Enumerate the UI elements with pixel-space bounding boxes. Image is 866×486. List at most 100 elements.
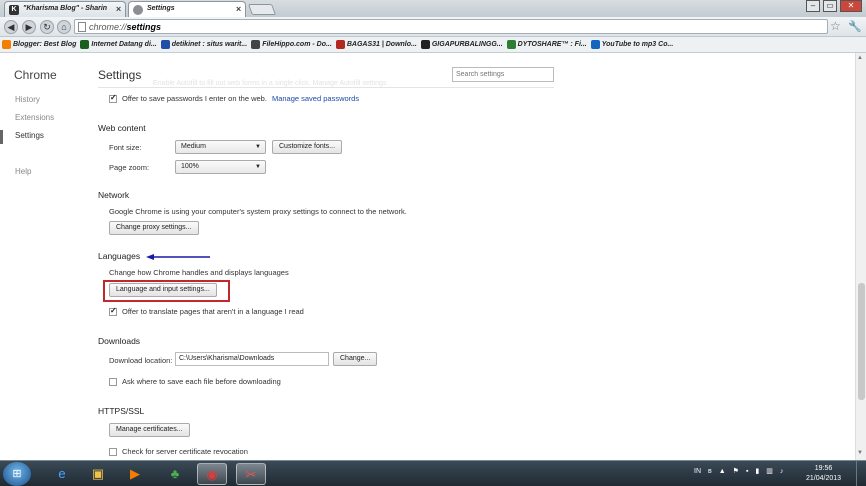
page-icon <box>78 22 86 32</box>
manage-certificates-button[interactable]: Manage certificates... <box>109 423 190 437</box>
sidebar-item-help[interactable]: Help <box>15 167 31 176</box>
bagas-icon <box>335 40 345 49</box>
forward-arrow-icon[interactable]: ▶ <box>22 20 36 34</box>
back-arrow-icon[interactable]: ◀ <box>4 20 18 34</box>
clock-date: 21/04/2013 <box>806 475 842 482</box>
home-icon[interactable]: ⌂ <box>57 20 71 34</box>
bookmark-item[interactable]: Internet Datang di... <box>80 40 157 49</box>
clover-icon[interactable]: ♣ <box>160 463 190 485</box>
translate-checkbox[interactable] <box>109 306 117 316</box>
browser-toolbar: ◀ ▶ ↻ ⌂ chrome://settings ☆ 🔧 <box>0 17 866 37</box>
page-zoom-value: 100% <box>181 163 199 170</box>
page-icon <box>160 40 170 49</box>
bookmark-item[interactable]: BAGAS31 | Downlo... <box>335 40 417 49</box>
k-favicon-icon: K <box>9 5 19 15</box>
bookmark-item[interactable]: Blogger: Best Blog <box>2 40 76 49</box>
chrome-icon[interactable]: ◉ <box>197 463 227 485</box>
search-input[interactable] <box>452 67 554 82</box>
maximize-button[interactable]: ▭ <box>823 0 837 12</box>
sidebar-item-extensions[interactable]: Extensions <box>15 113 54 122</box>
language-input-settings-button[interactable]: Language and input settings... <box>109 283 217 297</box>
change-download-location-button[interactable]: Change... <box>333 352 378 366</box>
bookmark-item[interactable]: FileHippo.com - Do... <box>251 40 332 49</box>
bookmark-item[interactable]: GIGAPURBALINGG... <box>420 40 503 49</box>
ask-save-row: Ask where to save each file before downl… <box>109 377 281 386</box>
chrome-brand: Chrome <box>14 68 57 82</box>
internet-explorer-icon[interactable]: e <box>47 463 77 485</box>
tab-title: Settings <box>147 5 175 12</box>
sidebar-item-settings[interactable]: Settings <box>15 131 44 140</box>
network-heading: Network <box>98 190 130 200</box>
save-passwords-checkbox[interactable] <box>109 93 117 103</box>
wrench-menu-icon[interactable]: 🔧 <box>848 20 862 33</box>
address-path: settings <box>126 22 162 32</box>
translate-row: Offer to translate pages that aren't in … <box>109 306 304 316</box>
network-icon[interactable]: ▥ <box>766 467 773 475</box>
action-center-icon[interactable]: ▪ <box>746 468 748 475</box>
bookmark-label: detikinet : situs warit... <box>171 41 248 48</box>
bookmark-label: YouTube to mp3 Co... <box>601 41 674 48</box>
sidebar-item-history[interactable]: History <box>15 95 40 104</box>
volume-icon[interactable]: ♪ <box>780 468 784 475</box>
input-language[interactable]: IN <box>694 468 701 475</box>
passwords-row: Offer to save passwords I enter on the w… <box>109 93 359 103</box>
translate-label: Offer to translate pages that aren't in … <box>122 307 304 316</box>
download-location-field[interactable]: C:\Users\Kharisma\Downloads <box>175 352 329 366</box>
revocation-row: Check for server certificate revocation <box>109 447 248 456</box>
flag-icon[interactable]: ⚑ <box>733 467 739 475</box>
network-description: Google Chrome is using your computer's s… <box>109 207 407 216</box>
system-tray: IN ʙ ▲ ⚑ ▪ ▮ ▥ ♪ <box>694 467 784 476</box>
snipping-tool-icon[interactable]: ✂ <box>236 463 266 485</box>
languages-heading: Languages <box>98 251 141 261</box>
tab-settings[interactable]: Settings × <box>128 1 246 17</box>
tab-title: "Kharisma Blog" - Sharin <box>23 5 108 12</box>
font-size-label: Font size: <box>109 143 142 152</box>
filehippo-icon <box>251 40 261 49</box>
scroll-up-icon[interactable]: ▲ <box>857 55 863 61</box>
facebook-icon <box>80 40 90 49</box>
change-proxy-button[interactable]: Change proxy settings... <box>109 221 199 235</box>
font-size-select[interactable]: Medium ▼ <box>175 140 266 154</box>
show-desktop-button[interactable] <box>856 461 866 486</box>
bookmark-item[interactable]: DYTOSHARE™ : Fi... <box>506 40 587 49</box>
tab-kharisma-blog[interactable]: K "Kharisma Blog" - Sharin × <box>4 1 126 17</box>
bookmark-item[interactable]: YouTube to mp3 Co... <box>590 40 674 49</box>
revocation-checkbox[interactable] <box>109 447 117 456</box>
save-passwords-label: Offer to save passwords I enter on the w… <box>122 94 267 103</box>
bookmark-item[interactable]: detikinet : situs warit... <box>160 40 248 49</box>
blogger-icon <box>2 40 11 49</box>
scrollbar-thumb[interactable] <box>858 283 865 400</box>
scroll-down-icon[interactable]: ▼ <box>857 450 863 456</box>
media-player-icon[interactable]: ▶ <box>120 463 150 485</box>
clock[interactable]: 19:56 21/04/2013 <box>806 464 841 484</box>
new-tab-button[interactable] <box>247 4 277 15</box>
settings-main: Settings Enable Autofill to fill out web… <box>98 53 855 460</box>
close-window-button[interactable]: ✕ <box>840 0 862 12</box>
close-tab-icon[interactable]: × <box>116 4 121 14</box>
bluetooth-icon[interactable]: ʙ <box>708 468 712 475</box>
start-button[interactable]: ⊞ <box>3 462 31 486</box>
bookmark-label: BAGAS31 | Downlo... <box>346 41 417 48</box>
window-controls: – ▭ ✕ <box>806 0 862 12</box>
battery-icon[interactable]: ▮ <box>755 467 759 475</box>
file-explorer-icon[interactable]: ▣ <box>83 463 113 485</box>
bookmark-label: Blogger: Best Blog <box>13 41 77 48</box>
reload-icon[interactable]: ↻ <box>40 20 54 34</box>
show-hidden-icons-icon[interactable]: ▲ <box>719 468 726 475</box>
https-ssl-heading: HTTPS/SSL <box>98 406 145 416</box>
settings-page: Chrome History Extensions Settings Help … <box>0 53 855 460</box>
page-zoom-select[interactable]: 100% ▼ <box>175 160 266 174</box>
bookmark-star-icon[interactable]: ☆ <box>830 19 841 33</box>
minimize-button[interactable]: – <box>806 0 820 12</box>
font-size-value: Medium <box>181 143 206 150</box>
settings-favicon-icon <box>133 5 143 15</box>
bookmark-label: GIGAPURBALINGG... <box>431 41 503 48</box>
vertical-scrollbar[interactable]: ▲ ▼ <box>855 53 866 460</box>
ask-save-checkbox[interactable] <box>109 377 117 386</box>
close-tab-icon[interactable]: × <box>236 4 241 14</box>
address-bar[interactable]: chrome://settings <box>74 19 828 34</box>
customize-fonts-button[interactable]: Customize fonts... <box>272 140 343 154</box>
youtube-mp3-icon <box>590 40 600 49</box>
manage-passwords-link[interactable]: Manage saved passwords <box>272 94 359 103</box>
giga-icon <box>420 40 430 49</box>
